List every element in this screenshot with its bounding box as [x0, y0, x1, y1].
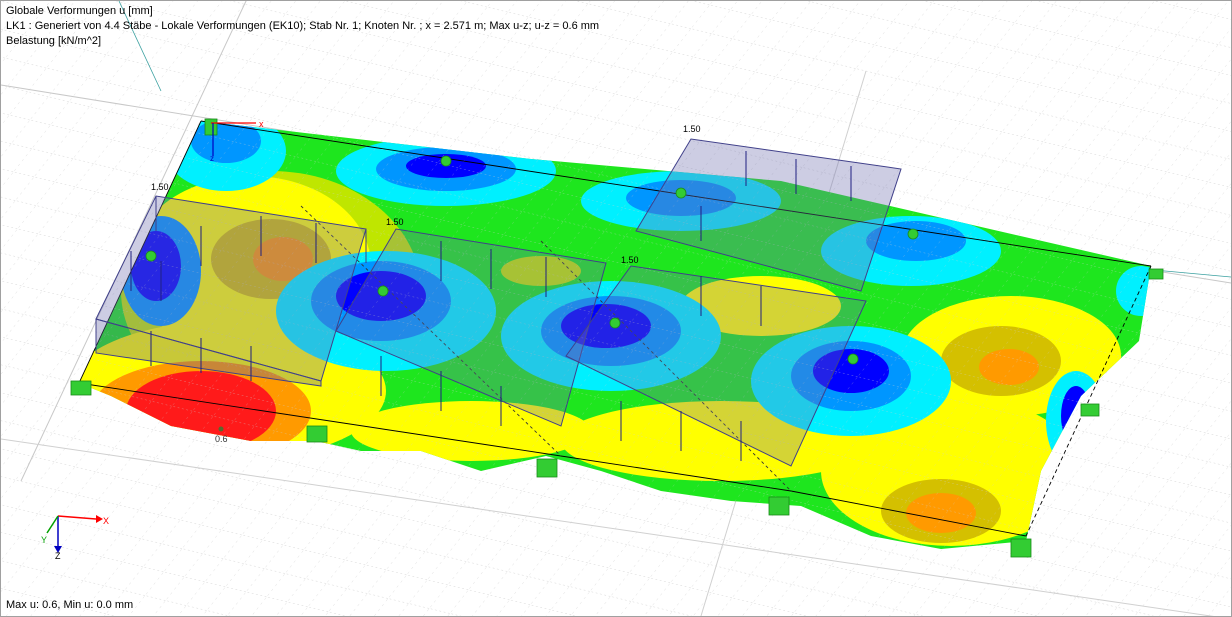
- load-case-info: LK1 : Generiert von 4.4 Stäbe - Lokale V…: [6, 20, 600, 32]
- load-label-3: 1.50: [621, 255, 639, 265]
- min-max-status: Max u: 0.6, Min u: 0.0 mm: [6, 599, 134, 611]
- result-title: Globale Verformungen u [mm]: [6, 5, 153, 17]
- svg-text:X: X: [103, 516, 109, 526]
- svg-text:z: z: [210, 154, 214, 163]
- graphics-viewport[interactable]: 1.50 1.50 1.50 1.50 0.6 x z X Z Y Global…: [0, 0, 1232, 617]
- svg-text:Z: Z: [55, 551, 61, 561]
- max-result-label: 0.6: [215, 434, 228, 444]
- load-label-2: 1.50: [386, 217, 404, 227]
- svg-text:Y: Y: [41, 535, 47, 545]
- svg-text:x: x: [259, 119, 264, 129]
- deformation-scene[interactable]: 1.50 1.50 1.50 1.50 0.6 x z X Z Y: [1, 1, 1231, 616]
- load-label-4: 1.50: [683, 124, 701, 134]
- max-result-point: [218, 426, 224, 432]
- load-unit-label: Belastung [kN/m^2]: [6, 35, 102, 47]
- load-label-1: 1.50: [151, 182, 169, 192]
